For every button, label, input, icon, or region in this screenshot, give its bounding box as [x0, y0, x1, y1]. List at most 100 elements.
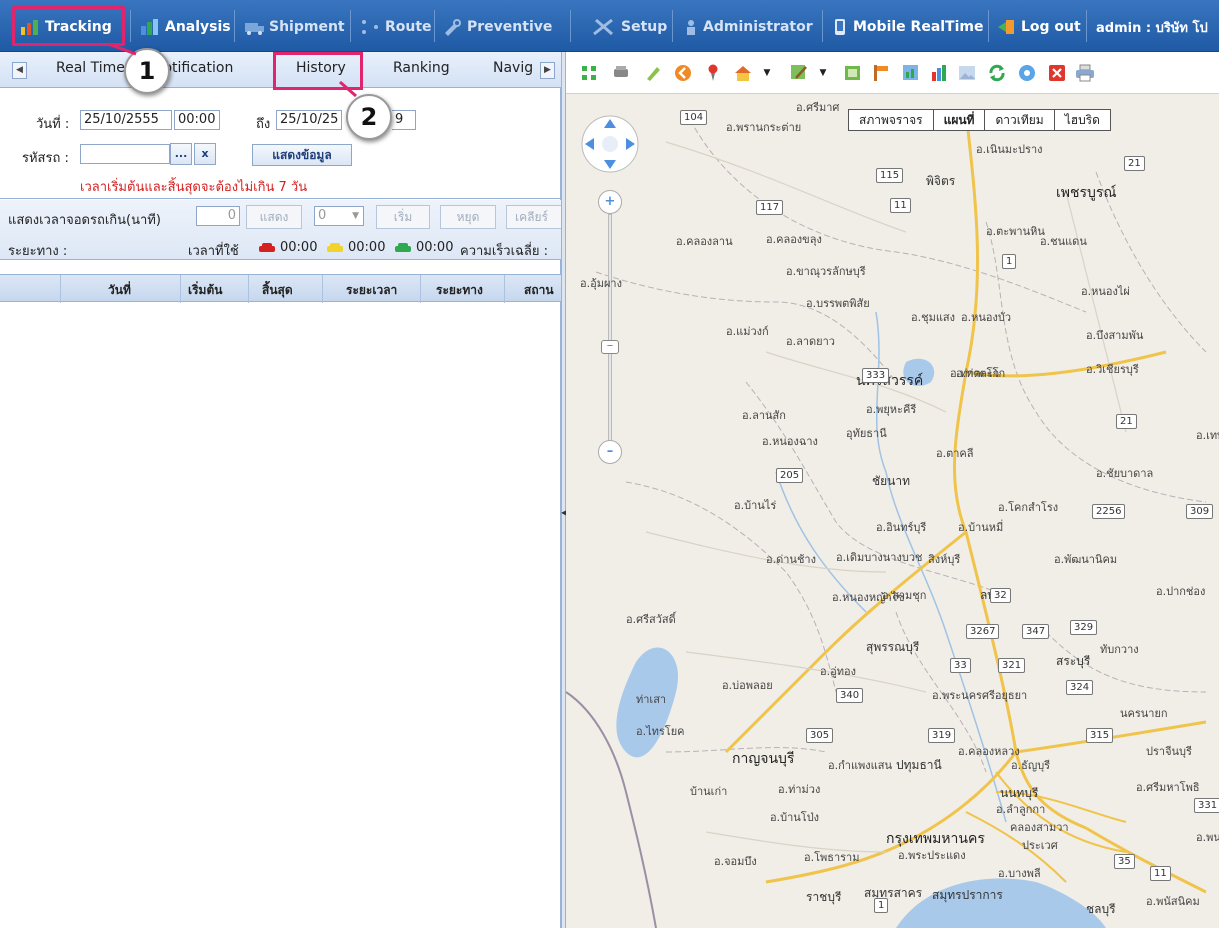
date-from-input[interactable]: 25/10/2555 — [80, 110, 172, 130]
zoom-slider[interactable]: + – – — [598, 190, 624, 470]
disc-icon[interactable] — [1016, 62, 1038, 84]
map-place-label: ราชบุรี — [806, 890, 842, 904]
map-place-label: อ.ศรีสวัสดิ์ — [626, 613, 676, 626]
history-table-header: วันที่ เริ่มต้น สิ้นสุด ระยะเวลา ระยะทาง… — [0, 274, 561, 303]
chevron-down-icon[interactable]: ▼ — [756, 62, 778, 84]
left-panel: ◀ Real Time Notification History Ranking… — [0, 52, 562, 928]
time-from-input[interactable]: 00:00 — [174, 110, 220, 130]
pin-icon[interactable] — [702, 62, 724, 84]
flag-icon[interactable] — [870, 62, 892, 84]
map-place-label: อ.ปากช่อง — [1156, 585, 1206, 598]
start-button[interactable]: เริ่ม — [376, 205, 430, 229]
browse-vehicle-button[interactable]: ... — [170, 143, 192, 165]
draw-icon[interactable] — [788, 62, 810, 84]
map-place-label: อ.วิเชียรบุรี — [1086, 363, 1139, 376]
speed-select[interactable]: 0 ▼ — [314, 206, 364, 226]
map-type-hybrid[interactable]: ไฮบริด — [1055, 110, 1110, 130]
map-place-label: ประเวศ — [1022, 839, 1058, 852]
park-time-label: แสดงเวลาจอดรถเกิน(นาที) — [8, 213, 161, 228]
map-place-label: อ.ด่านช้าง — [766, 553, 816, 566]
close-map-icon[interactable] — [1046, 62, 1068, 84]
map-place-label: อ.ลานสัก — [742, 409, 786, 422]
zoom-in-button[interactable]: + — [598, 190, 622, 214]
map-type-selector: สภาพจราจร แผนที่ ดาวเทียม ไฮบริด — [848, 109, 1111, 131]
col-duration[interactable]: ระยะเวลา — [346, 281, 397, 300]
nav-label: Preventive — [467, 19, 553, 35]
nav-preventive[interactable]: Preventive — [442, 8, 552, 46]
map-type-satellite[interactable]: ดาวเทียม — [985, 110, 1055, 130]
map-place-label: อ.พยุหะคีรี — [866, 403, 917, 416]
time-to-input[interactable]: 9 — [392, 110, 416, 130]
tab-realtime[interactable]: Real Time — [56, 60, 125, 76]
vehicle-input[interactable] — [80, 144, 170, 164]
map-place-label: พิจิตร — [926, 174, 956, 188]
map-place-label: อ.พน — [1196, 831, 1219, 844]
zoom-out-button[interactable]: – — [598, 440, 622, 464]
setup-icon — [592, 18, 616, 36]
park-time-input[interactable]: 0 — [196, 206, 240, 226]
refresh-icon[interactable] — [986, 62, 1008, 84]
nav-label: Shipment — [269, 19, 345, 35]
tab-scroll-right-button[interactable]: ▶ — [540, 62, 555, 79]
show-park-button[interactable]: แสดง — [246, 205, 302, 229]
map-place-label: สมุทรปราการ — [932, 888, 1003, 902]
show-data-button[interactable]: แสดงข้อมูล — [252, 144, 352, 166]
zoom-handle[interactable]: – — [601, 339, 619, 354]
nav-divider — [988, 10, 989, 42]
fullscreen-icon[interactable] — [578, 62, 600, 84]
ruler-icon[interactable] — [642, 62, 664, 84]
map-type-traffic[interactable]: สภาพจราจร — [849, 110, 934, 130]
map-place-label: ท่าเสา — [636, 693, 667, 706]
layer-icon[interactable] — [842, 62, 864, 84]
speed-value: 0 — [318, 208, 327, 223]
nav-logout[interactable]: Log out — [996, 8, 1081, 46]
avg-speed-label: ความเร็วเฉลี่ย : — [460, 244, 548, 259]
nav-label: Analysis — [165, 19, 231, 35]
col-start[interactable]: เริ่มต้น — [188, 281, 222, 300]
nav-shipment[interactable]: Shipment — [244, 8, 345, 46]
date-to-input[interactable]: 25/10/25 — [276, 110, 342, 130]
road-shield: 347 — [1022, 624, 1050, 639]
report-icon[interactable] — [900, 62, 922, 84]
map-place-label: ปราจีนบุรี — [1146, 745, 1192, 758]
map-place-label: อ.ชัยบาดาล — [1096, 467, 1154, 480]
nav-mobile-realtime[interactable]: Mobile RealTime — [834, 8, 984, 46]
pan-control[interactable] — [580, 114, 640, 174]
tab-scroll-left-button[interactable]: ◀ — [12, 62, 27, 79]
tab-navigation[interactable]: Navig — [493, 60, 538, 76]
map-place-label: สมุทรสาคร — [864, 886, 923, 900]
col-date[interactable]: วันที่ — [108, 281, 131, 300]
nav-analysis[interactable]: Analysis — [140, 8, 231, 46]
map-toolbar: ▼ ▼ — [566, 52, 1219, 94]
tab-ranking[interactable]: Ranking — [393, 60, 450, 76]
map-type-map[interactable]: แผนที่ — [934, 110, 986, 130]
clear-vehicle-button[interactable]: x — [194, 143, 216, 165]
col-distance[interactable]: ระยะทาง — [436, 281, 483, 300]
chart-icon[interactable] — [928, 62, 950, 84]
chevron-down-icon[interactable]: ▼ — [812, 62, 834, 84]
home-icon[interactable] — [732, 62, 754, 84]
image-icon[interactable] — [956, 62, 978, 84]
vehicle-icon[interactable] — [610, 62, 632, 84]
map-place-label: อ.บึงสามพัน — [1086, 329, 1144, 342]
nav-route[interactable]: Route — [360, 8, 432, 46]
shipment-icon — [244, 18, 264, 36]
map-place-label: อ.สามชุก — [882, 589, 927, 602]
map-place-label: อ.หนองบัว — [961, 311, 1012, 324]
clear-button[interactable]: เคลียร์ — [506, 205, 562, 229]
road-shield: 35 — [1114, 854, 1135, 869]
map-panel[interactable]: ▼ ▼ สภาพจราจร แผนที่ ดาวเทียม ไฮบริด + –… — [566, 52, 1219, 928]
nav-label: Route — [385, 19, 432, 35]
nav-administrator[interactable]: Administrator — [684, 8, 813, 46]
map-place-label: อ.บ้านโป่ง — [770, 811, 820, 824]
nav-setup[interactable]: Setup — [592, 8, 667, 46]
map-place-label: สระบุรี — [1056, 654, 1091, 668]
map-place-label: อ.โพธาราม — [804, 851, 860, 864]
route-icon — [360, 18, 380, 36]
col-status[interactable]: สถาน — [524, 281, 560, 300]
stop-button[interactable]: หยุด — [440, 205, 496, 229]
back-arrow-icon[interactable] — [672, 62, 694, 84]
print-icon[interactable] — [1074, 62, 1096, 84]
col-end[interactable]: สิ้นสุด — [262, 281, 293, 300]
nav-divider — [672, 10, 673, 42]
